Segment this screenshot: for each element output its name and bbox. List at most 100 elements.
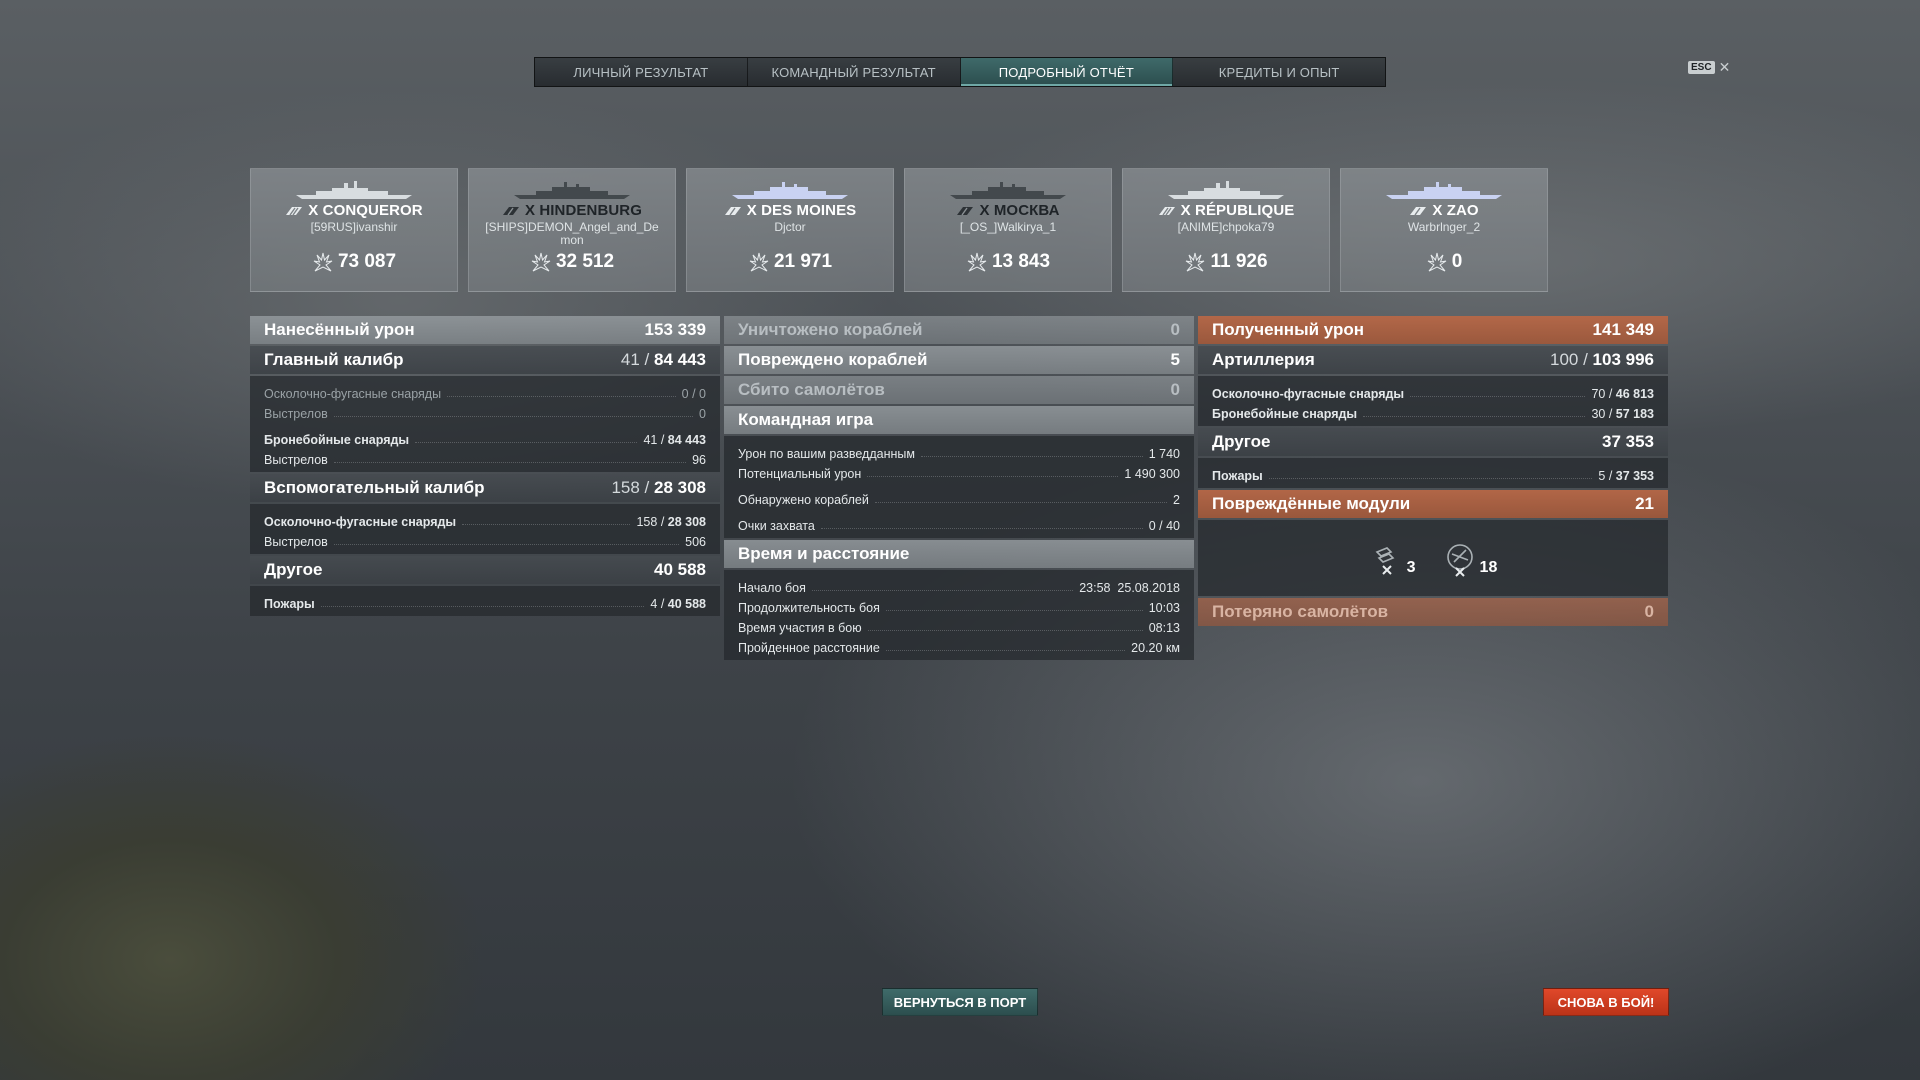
- battleship-icon: [286, 206, 303, 215]
- received-other-details: Пожары 5 / 37 353: [1198, 458, 1668, 488]
- tab-team-result[interactable]: КОМАНДНЫЙ РЕЗУЛЬТАТ: [747, 58, 961, 86]
- player-name: [ANIME]chpoka79: [1177, 220, 1275, 234]
- ap-shells-damage: 84 443: [667, 433, 706, 447]
- secondary-battery-hits: 158: [611, 478, 640, 497]
- main-battery-details: Осколочно-фугасные снаряды 0 / 0 Выстрел…: [250, 376, 720, 472]
- ships-damaged-label: Повреждено кораблей: [738, 350, 928, 369]
- ships-damaged-value: 5: [1170, 350, 1180, 369]
- he-shells-value: 0 / 0: [681, 387, 706, 401]
- capture-points-label: Очки захвата: [738, 519, 815, 533]
- planes-shot-label: Сбито самолётов: [738, 380, 885, 399]
- main-battery-damage: 84 443: [654, 350, 706, 369]
- gun-module-count: 3: [1406, 559, 1416, 576]
- artillery-details: Осколочно-фугасные снаряды 70 / 46 813 Б…: [1198, 376, 1668, 426]
- stat-row: Пожары 4 / 40 588: [264, 597, 706, 611]
- he-shots-label: Выстрелов: [264, 407, 328, 421]
- damaged-modules-total: 21: [1635, 494, 1654, 513]
- damage-icon: [531, 252, 551, 272]
- stat-row: Урон по вашим разведданным 1 740: [738, 441, 1180, 461]
- cruiser-silhouette-icon: [514, 182, 630, 199]
- secondary-battery-details: Осколочно-фугасные снаряды 158 / 28 308 …: [250, 504, 720, 554]
- secondary-he-damage: 28 308: [667, 515, 706, 529]
- received-ap-hits: 30: [1591, 407, 1606, 421]
- ship-card[interactable]: X DES MOINES Djctor 21 971: [686, 168, 894, 292]
- damaged-modules-header: Повреждённые модули 21: [1198, 490, 1668, 518]
- return-to-port-button[interactable]: ВЕРНУТЬСЯ В ПОРТ: [882, 988, 1038, 1016]
- planes-lost-header: Потеряно самолётов 0: [1198, 598, 1668, 626]
- participation-time-label: Время участия в бою: [738, 621, 862, 635]
- battleship-silhouette-icon: [1168, 181, 1284, 199]
- main-battery-title: Главный калибр: [264, 350, 404, 369]
- artillery-hits: 100: [1550, 350, 1579, 369]
- spotting-damage-value: 1 740: [1148, 447, 1180, 461]
- cruiser-icon: [502, 206, 519, 215]
- ship-card[interactable]: X МОСКВА [_OS_]Walkirya_1 13 843: [904, 168, 1112, 292]
- player-name: [59RUS]ivanshir: [310, 220, 398, 234]
- cruiser-icon: [1410, 206, 1427, 215]
- planes-shot-header: Сбито самолётов 0: [724, 376, 1194, 404]
- capture-points-value: 0 / 40: [1148, 519, 1180, 533]
- stat-row: Выстрелов 0: [264, 401, 706, 421]
- artillery-damage: 103 996: [1592, 350, 1654, 369]
- damage-icon: [967, 252, 987, 272]
- stat-row: Время участия в бою 08:13: [738, 615, 1180, 635]
- ship-name: X DES MOINES: [746, 202, 857, 219]
- tab-credits-xp[interactable]: КРЕДИТЫ И ОПЫТ: [1173, 58, 1385, 86]
- tab-detailed-report[interactable]: ПОДРОБНЫЙ ОТЧЁТ: [960, 58, 1174, 86]
- stat-row: Начало боя 23:58 25.08.2018: [738, 575, 1180, 595]
- ship-card[interactable]: X HINDENBURG [SHIPS]DEMON_Angel_and_Demo…: [468, 168, 676, 292]
- stat-row: Выстрелов 506: [264, 529, 706, 549]
- player-name: Djctor: [774, 220, 806, 234]
- damage-dealt-panel: Нанесённый урон 153 339 Главный калибр 4…: [250, 316, 720, 618]
- planes-lost-label: Потеряно самолётов: [1212, 602, 1389, 621]
- player-name: [_OS_]Walkirya_1: [959, 220, 1057, 234]
- main-battery-header: Главный калибр 41 / 84 443: [250, 346, 720, 374]
- ship-card[interactable]: X RÉPUBLIQUE [ANIME]chpoka79 11 926: [1122, 168, 1330, 292]
- ships-spotted-label: Обнаружено кораблей: [738, 493, 869, 507]
- stat-row: Выстрелов 96: [264, 447, 706, 467]
- battle-start-value: 23:58 25.08.2018: [1079, 581, 1180, 595]
- battleship-silhouette-icon: [296, 181, 412, 199]
- received-ap-damage: 57 183: [1615, 407, 1654, 421]
- ap-shells-hits: 41: [643, 433, 658, 447]
- stat-row: Продолжительность боя 10:03: [738, 595, 1180, 615]
- battle-again-button[interactable]: СНОВА В БОЙ!: [1543, 988, 1669, 1016]
- stat-row: Обнаружено кораблей 2: [738, 487, 1180, 507]
- fires-count: 4: [650, 597, 658, 611]
- ship-damage: 11 926: [1210, 251, 1268, 272]
- cruiser-silhouette-icon: [1386, 182, 1502, 199]
- close-button[interactable]: ESC ✕: [1688, 60, 1730, 74]
- damage-received-total: 141 349: [1592, 320, 1654, 339]
- received-other-header: Другое 37 353: [1198, 428, 1668, 456]
- main-battery-hits: 41: [620, 350, 640, 369]
- cruiser-silhouette-icon: [732, 182, 848, 199]
- damage-dealt-header: Нанесённый урон 153 339: [250, 316, 720, 344]
- team-play-details: Урон по вашим разведданным 1 740 Потенци…: [724, 436, 1194, 538]
- stat-row: Осколочно-фугасные снаряды 70 / 46 813: [1212, 387, 1654, 401]
- player-name: [SHIPS]DEMON_Angel_and_Demon: [485, 220, 659, 247]
- damage-icon: [1427, 252, 1446, 272]
- ship-damage: 13 843: [991, 251, 1051, 272]
- tab-personal-result[interactable]: ЛИЧНЫЙ РЕЗУЛЬТАТ: [535, 58, 748, 86]
- artillery-header: Артиллерия 100 / 103 996: [1198, 346, 1668, 374]
- ship-damage: 73 087: [337, 251, 397, 272]
- stat-row: Осколочно-фугасные снаряды 0 / 0: [264, 381, 706, 401]
- damage-received-panel: Полученный урон 141 349 Артиллерия 100 /…: [1198, 316, 1668, 628]
- ship-damage: 21 971: [773, 251, 833, 272]
- battleship-icon: [1158, 206, 1175, 215]
- fires-label: Пожары: [264, 597, 315, 611]
- dealt-other-total: 40 588: [654, 560, 706, 579]
- ship-card[interactable]: X CONQUEROR [59RUS]ivanshir 73 087: [250, 168, 458, 292]
- battle-start-label: Начало боя: [738, 581, 806, 595]
- ship-name: X ZAO: [1432, 202, 1479, 219]
- planes-lost-value: 0: [1644, 602, 1654, 621]
- artillery-title: Артиллерия: [1212, 350, 1315, 369]
- ship-card[interactable]: X ZAO Warbrlnger_2 0: [1340, 168, 1548, 292]
- received-fires-damage: 37 353: [1615, 469, 1654, 483]
- dealt-other-header: Другое 40 588: [250, 556, 720, 584]
- ship-damage: 0: [1451, 251, 1463, 272]
- tab-bar: ЛИЧНЫЙ РЕЗУЛЬТАТ КОМАНДНЫЙ РЕЗУЛЬТАТ ПОД…: [534, 57, 1386, 87]
- stat-row: Очки захвата 0 / 40: [738, 513, 1180, 533]
- received-fires-label: Пожары: [1212, 469, 1263, 483]
- player-name: Warbrlnger_2: [1407, 220, 1481, 234]
